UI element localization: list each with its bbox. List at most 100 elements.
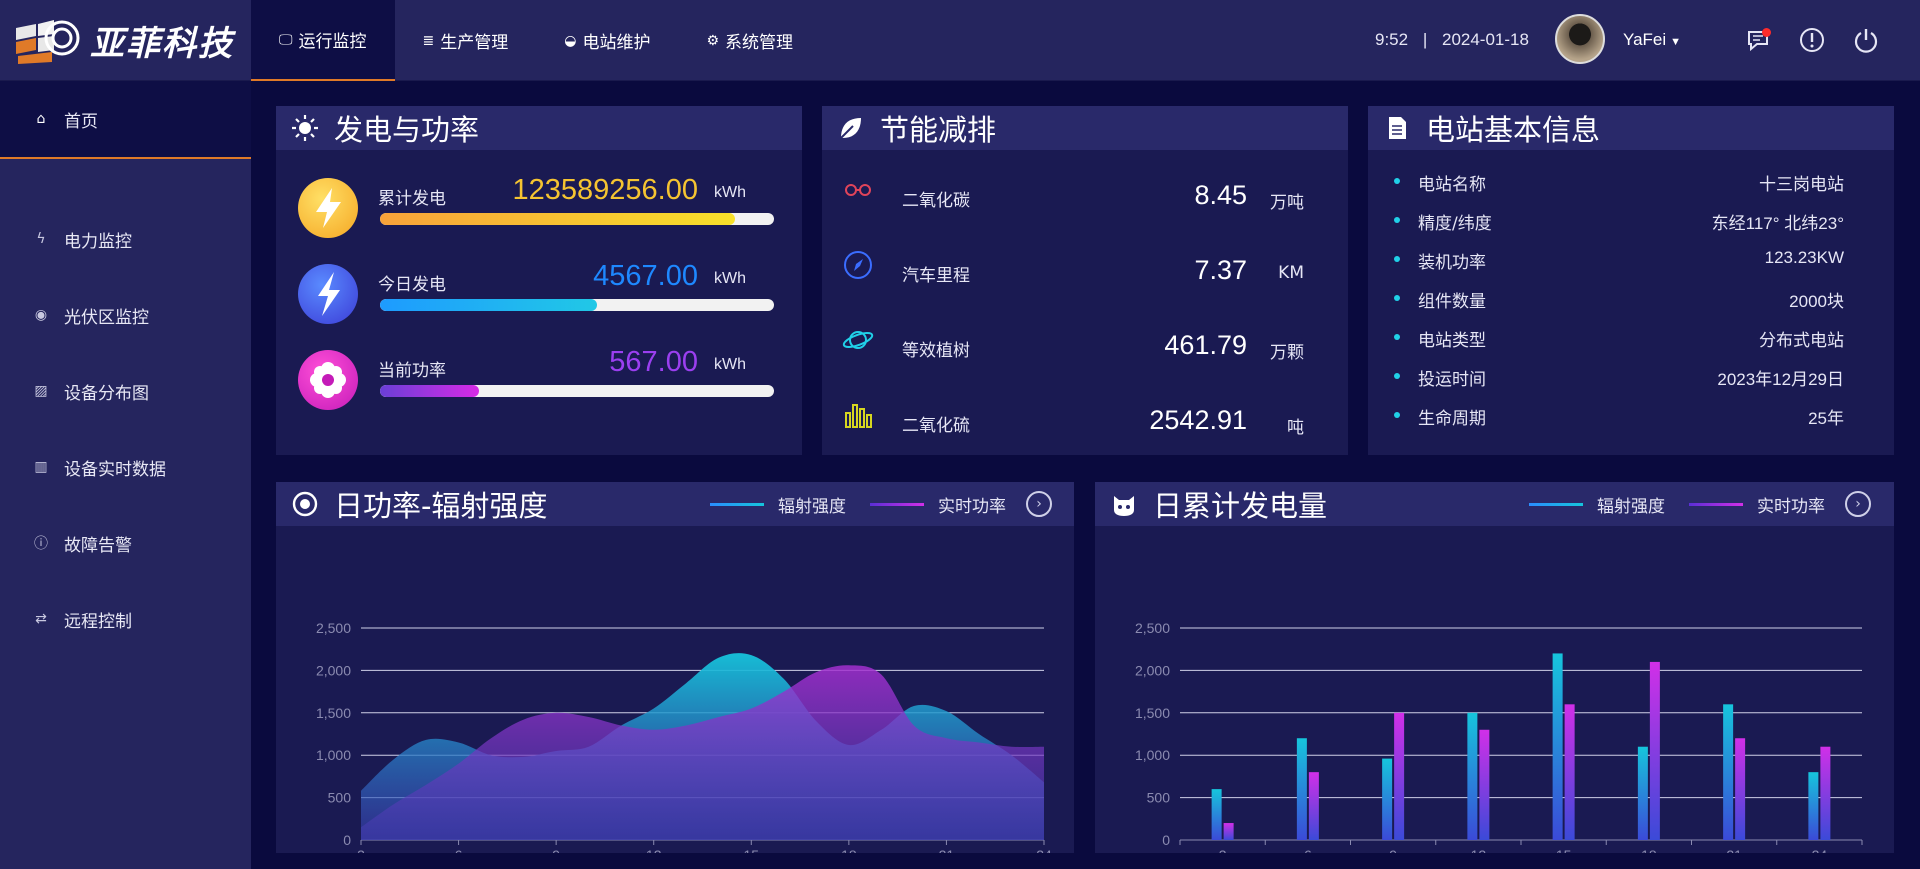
sidebar-item-label: 设备实时数据	[64, 459, 166, 480]
alert-circle-icon[interactable]	[1798, 26, 1826, 54]
bar-power	[1479, 729, 1490, 840]
sidebar-item-fault-alarm[interactable]: ⓘ 故障告警	[0, 505, 251, 581]
bar-power	[1820, 746, 1831, 840]
x-tick-label: 15	[743, 847, 759, 853]
chevron-right-icon[interactable]: ›	[1845, 491, 1871, 517]
document-icon	[1382, 113, 1412, 143]
x-tick-label: 9	[1389, 847, 1397, 853]
target-icon	[290, 489, 320, 519]
y-tick-label: 2,500	[316, 620, 351, 636]
power-icon[interactable]	[1852, 26, 1880, 54]
legend-label: 辐射强度	[1597, 497, 1665, 517]
power-row-today: 今日发电 4567.00 kWh	[298, 256, 778, 326]
username: YaFei	[1623, 30, 1667, 49]
lightning-bolt-icon	[298, 264, 358, 324]
legend-item[interactable]: 实时功率	[1689, 492, 1825, 517]
glasses-icon	[845, 184, 871, 196]
info-value: 分布式电站	[1759, 331, 1844, 350]
message-icon[interactable]	[1745, 26, 1773, 54]
legend-swatch	[710, 503, 764, 506]
bullet-dot	[1394, 373, 1400, 379]
sidebar-item-device-data[interactable]: ▥ 设备实时数据	[0, 429, 251, 505]
leaf-icon	[836, 113, 866, 143]
row-label: 汽车里程	[902, 266, 970, 286]
progress-fill	[380, 213, 735, 225]
progress-bar	[380, 299, 774, 311]
sidebar-item-device-map[interactable]: ▨ 设备分布图	[0, 353, 251, 429]
legend-item[interactable]: 实时功率	[870, 492, 1006, 517]
daily-energy-chart-panel: 日累计发电量 辐射强度 实时功率 › 0 500 1,000 1,500 2,000 2,…	[1095, 482, 1894, 863]
info-value: 123.23KW	[1764, 248, 1844, 267]
row-unit: kWh	[714, 356, 746, 373]
nav-item-monitoring[interactable]: 🖵 运行监控	[251, 0, 395, 81]
current-date: 2024-01-18	[1441, 30, 1529, 49]
bar-power	[1223, 823, 1234, 840]
sun-icon	[290, 113, 320, 143]
image-icon: ▨	[34, 383, 48, 399]
energy-row-trees: 等效植树 461.79 万颗	[842, 316, 1342, 376]
info-key: 电站名称	[1418, 175, 1486, 195]
x-tick-label: 18	[841, 847, 857, 853]
brand-logo[interactable]: 亚菲科技	[14, 12, 246, 68]
sidebar-item-label: 故障告警	[64, 535, 132, 556]
panel-header: 日累计发电量 辐射强度 实时功率 ›	[1095, 482, 1894, 526]
chevron-right-icon[interactable]: ›	[1026, 491, 1052, 517]
bar-radiation	[1296, 738, 1307, 840]
bullet-dot	[1394, 217, 1400, 223]
alert-icon: ⓘ	[34, 536, 48, 552]
avatar[interactable]	[1555, 14, 1605, 64]
row-value: 123589256.00	[512, 174, 698, 206]
gauge-icon: ◒	[564, 32, 577, 49]
x-tick-label: 21	[939, 847, 955, 853]
chart-title: 日功率-辐射强度	[334, 489, 548, 523]
planet-icon	[842, 331, 874, 349]
info-value: 2023年12月29日	[1717, 370, 1844, 389]
progress-fill	[380, 299, 597, 311]
info-key: 投运时间	[1418, 370, 1486, 390]
legend-item[interactable]: 辐射强度	[1529, 492, 1665, 517]
panel-title: 发电与功率	[334, 113, 480, 147]
bullet-dot	[1394, 412, 1400, 418]
bar-radiation	[1808, 772, 1819, 840]
progress-bar	[380, 385, 774, 397]
sidebar-item-remote-control[interactable]: ⇄ 远程控制	[0, 581, 251, 657]
toggle-icon: ⇄	[35, 611, 47, 627]
main-nav: 🖵 运行监控 ≣ 生产管理 ◒ 电站维护 ⚙ 系统管理	[251, 0, 821, 81]
info-row: 电站类型 分布式电站	[1394, 324, 1844, 354]
row-unit: KM	[1278, 263, 1304, 283]
row-label: 当前功率	[378, 361, 446, 381]
compass-icon	[844, 251, 872, 279]
row-value: 7.37	[1194, 255, 1247, 285]
sidebar-item-pv-monitor[interactable]: ◉ 光伏区监控	[0, 277, 251, 353]
sidebar-item-home[interactable]: ⌂ 首页	[0, 81, 251, 159]
legend-swatch	[870, 503, 924, 506]
bar-radiation	[1211, 789, 1222, 840]
row-unit: kWh	[714, 184, 746, 201]
legend-label: 实时功率	[938, 497, 1006, 517]
nav-item-maintenance[interactable]: ◒ 电站维护	[536, 0, 678, 81]
cat-icon	[1109, 489, 1139, 519]
legend-item[interactable]: 辐射强度	[710, 492, 846, 517]
area-chart: 0 500 1,000 1,500 2,000 2,500 3 6 9 12 15 18 21 24	[316, 620, 1052, 863]
nav-item-system[interactable]: ⚙ 系统管理	[678, 0, 821, 81]
x-tick-label: 12	[1471, 847, 1487, 853]
info-value: 2000块	[1789, 292, 1844, 311]
datetime: 9:52 | 2024-01-18	[1375, 30, 1529, 50]
row-label: 累计发电	[378, 189, 446, 209]
row-label: 二氧化硫	[902, 416, 970, 436]
user-menu[interactable]: YaFei ▼	[1623, 30, 1681, 50]
lightning-icon	[298, 178, 358, 238]
sidebar: ⌂ 首页 ϟ 电力监控 ◉ 光伏区监控 ▨ 设备分布图 ▥ 设备实时数据 ⓘ 故…	[0, 81, 251, 869]
row-label: 二氧化碳	[902, 191, 970, 211]
x-tick-label: 24	[1812, 847, 1828, 853]
sidebar-item-power-monitor[interactable]: ϟ 电力监控	[0, 201, 251, 277]
sidebar-item-label: 光伏区监控	[64, 307, 149, 328]
nav-item-production[interactable]: ≣ 生产管理	[395, 0, 537, 81]
panel-title: 节能减排	[880, 113, 997, 147]
y-tick-label: 0	[343, 832, 351, 848]
bar-radiation	[1467, 712, 1478, 840]
x-tick-label: 12	[646, 847, 662, 853]
station-info-panel: 电站基本信息 电站名称 十三岗电站 精度/纬度 东经117° 北纬23° 装机功率 1…	[1368, 106, 1894, 455]
legend-label: 实时功率	[1757, 497, 1825, 517]
bar-power	[1564, 704, 1575, 840]
